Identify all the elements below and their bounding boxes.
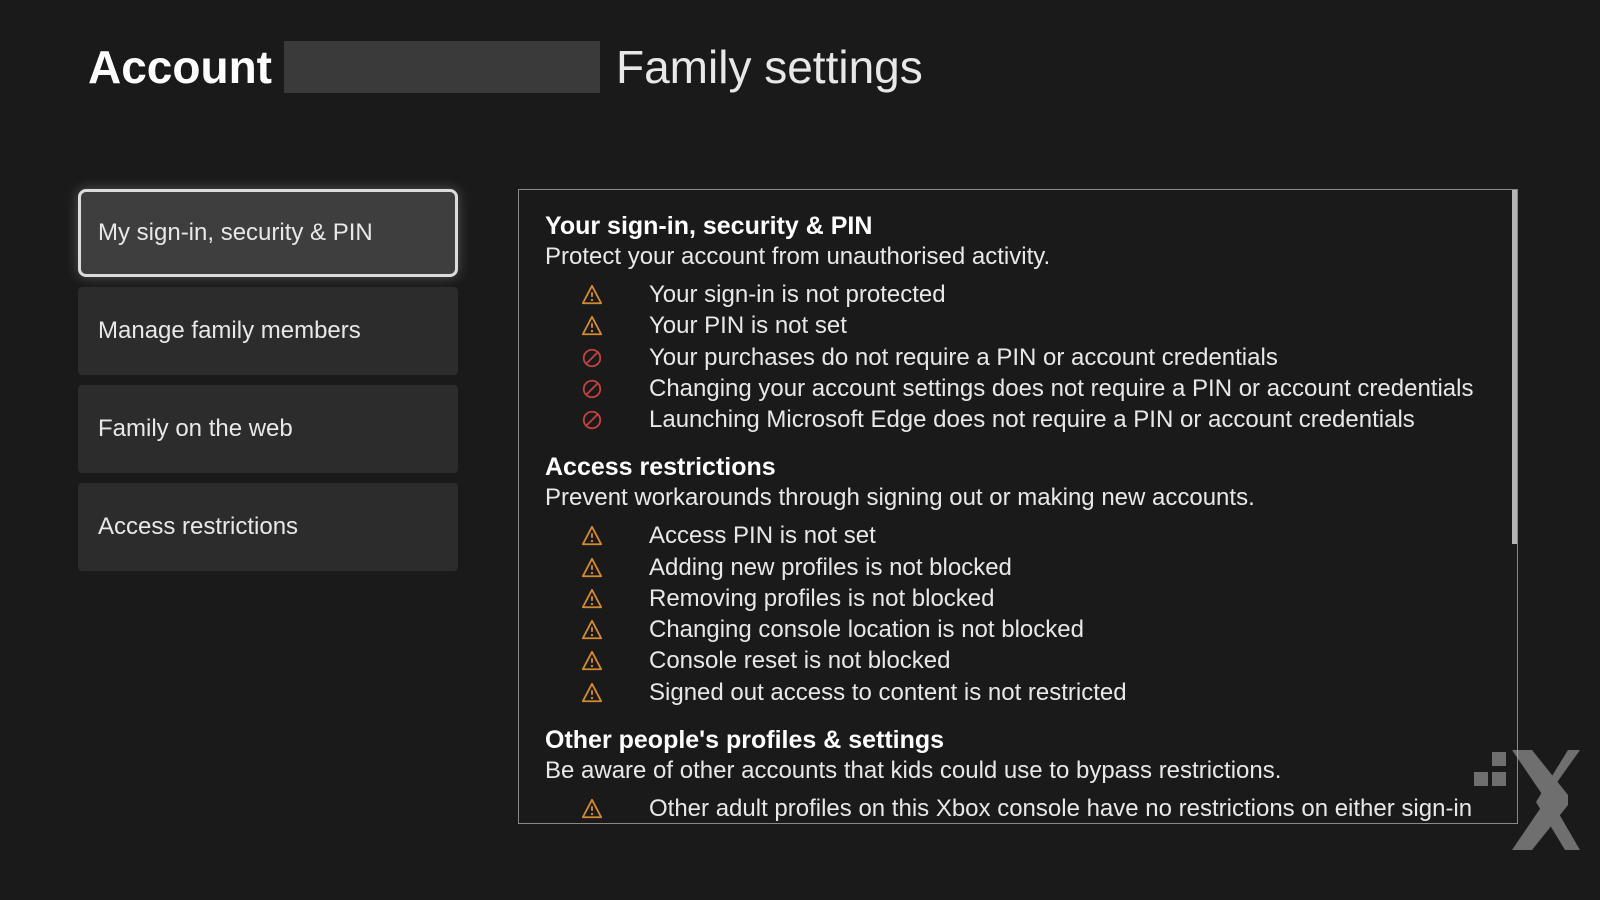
sidebar-item-3[interactable]: Access restrictions: [78, 483, 458, 571]
status-row: Signed out access to content is not rest…: [545, 677, 1491, 708]
sidebar-item-0[interactable]: My sign-in, security & PIN: [78, 189, 458, 277]
status-row: Console reset is not blocked: [545, 645, 1491, 676]
main-panel[interactable]: Your sign-in, security & PINProtect your…: [518, 189, 1518, 824]
sidebar-item-1[interactable]: Manage family members: [78, 287, 458, 375]
redacted-name-block: [284, 41, 600, 93]
breadcrumb-account: Account: [88, 40, 272, 94]
status-row: Access PIN is not set: [545, 520, 1491, 551]
section-title: Your sign-in, security & PIN: [545, 212, 1491, 241]
blocked-icon: [581, 378, 603, 400]
sidebar: My sign-in, security & PIN Manage family …: [78, 189, 458, 824]
status-list: Your sign-in is not protectedYour PIN is…: [545, 279, 1491, 435]
status-row: Adding new profiles is not blocked: [545, 552, 1491, 583]
status-text: Console reset is not blocked: [649, 646, 951, 675]
status-row: Your sign-in is not protected: [545, 279, 1491, 310]
status-row: Changing your account settings does not …: [545, 373, 1491, 404]
section-subtitle: Protect your account from unauthorised a…: [545, 243, 1491, 271]
status-row: Your PIN is not set: [545, 310, 1491, 341]
warning-icon: [581, 284, 603, 306]
status-text: Your purchases do not require a PIN or a…: [649, 343, 1278, 372]
warning-icon: [581, 619, 603, 641]
sidebar-item-label: Access restrictions: [98, 513, 298, 540]
warning-icon: [581, 315, 603, 337]
status-row: Removing profiles is not blocked: [545, 583, 1491, 614]
status-text: Access PIN is not set: [649, 521, 876, 550]
status-row: Launching Microsoft Edge does not requir…: [545, 404, 1491, 435]
status-text: Launching Microsoft Edge does not requir…: [649, 405, 1415, 434]
status-text: Your sign-in is not protected: [649, 280, 946, 309]
section-title: Access restrictions: [545, 453, 1491, 482]
sidebar-item-label: Family on the web: [98, 415, 293, 442]
sidebar-item-2[interactable]: Family on the web: [78, 385, 458, 473]
section-title: Other people's profiles & settings: [545, 726, 1491, 755]
breadcrumb-section: Family settings: [616, 40, 923, 94]
status-row: Your purchases do not require a PIN or a…: [545, 342, 1491, 373]
warning-icon: [581, 557, 603, 579]
blocked-icon: [581, 347, 603, 369]
warning-icon: [581, 682, 603, 704]
warning-icon: [581, 798, 603, 820]
sidebar-item-label: Manage family members: [98, 317, 361, 344]
warning-icon: [581, 650, 603, 672]
sidebar-item-label: My sign-in, security & PIN: [98, 219, 373, 246]
header: Account Family settings: [0, 0, 1600, 94]
status-text: Removing profiles is not blocked: [649, 584, 995, 613]
status-text: Your PIN is not set: [649, 311, 847, 340]
status-row: Other adult profiles on this Xbox consol…: [545, 793, 1491, 824]
status-list: Access PIN is not set Adding new profiles…: [545, 520, 1491, 708]
status-list: Other adult profiles on this Xbox consol…: [545, 793, 1491, 824]
status-text: Adding new profiles is not blocked: [649, 553, 1012, 582]
blocked-icon: [581, 409, 603, 431]
section-subtitle: Prevent workarounds through signing out …: [545, 484, 1491, 512]
status-text: Changing your account settings does not …: [649, 374, 1473, 403]
warning-icon: [581, 588, 603, 610]
scrollbar[interactable]: [1512, 190, 1517, 544]
section-subtitle: Be aware of other accounts that kids cou…: [545, 757, 1491, 785]
warning-icon: [581, 525, 603, 547]
status-text: Signed out access to content is not rest…: [649, 678, 1127, 707]
status-row: Changing console location is not blocked: [545, 614, 1491, 645]
status-text: Other adult profiles on this Xbox consol…: [649, 794, 1491, 824]
status-text: Changing console location is not blocked: [649, 615, 1084, 644]
